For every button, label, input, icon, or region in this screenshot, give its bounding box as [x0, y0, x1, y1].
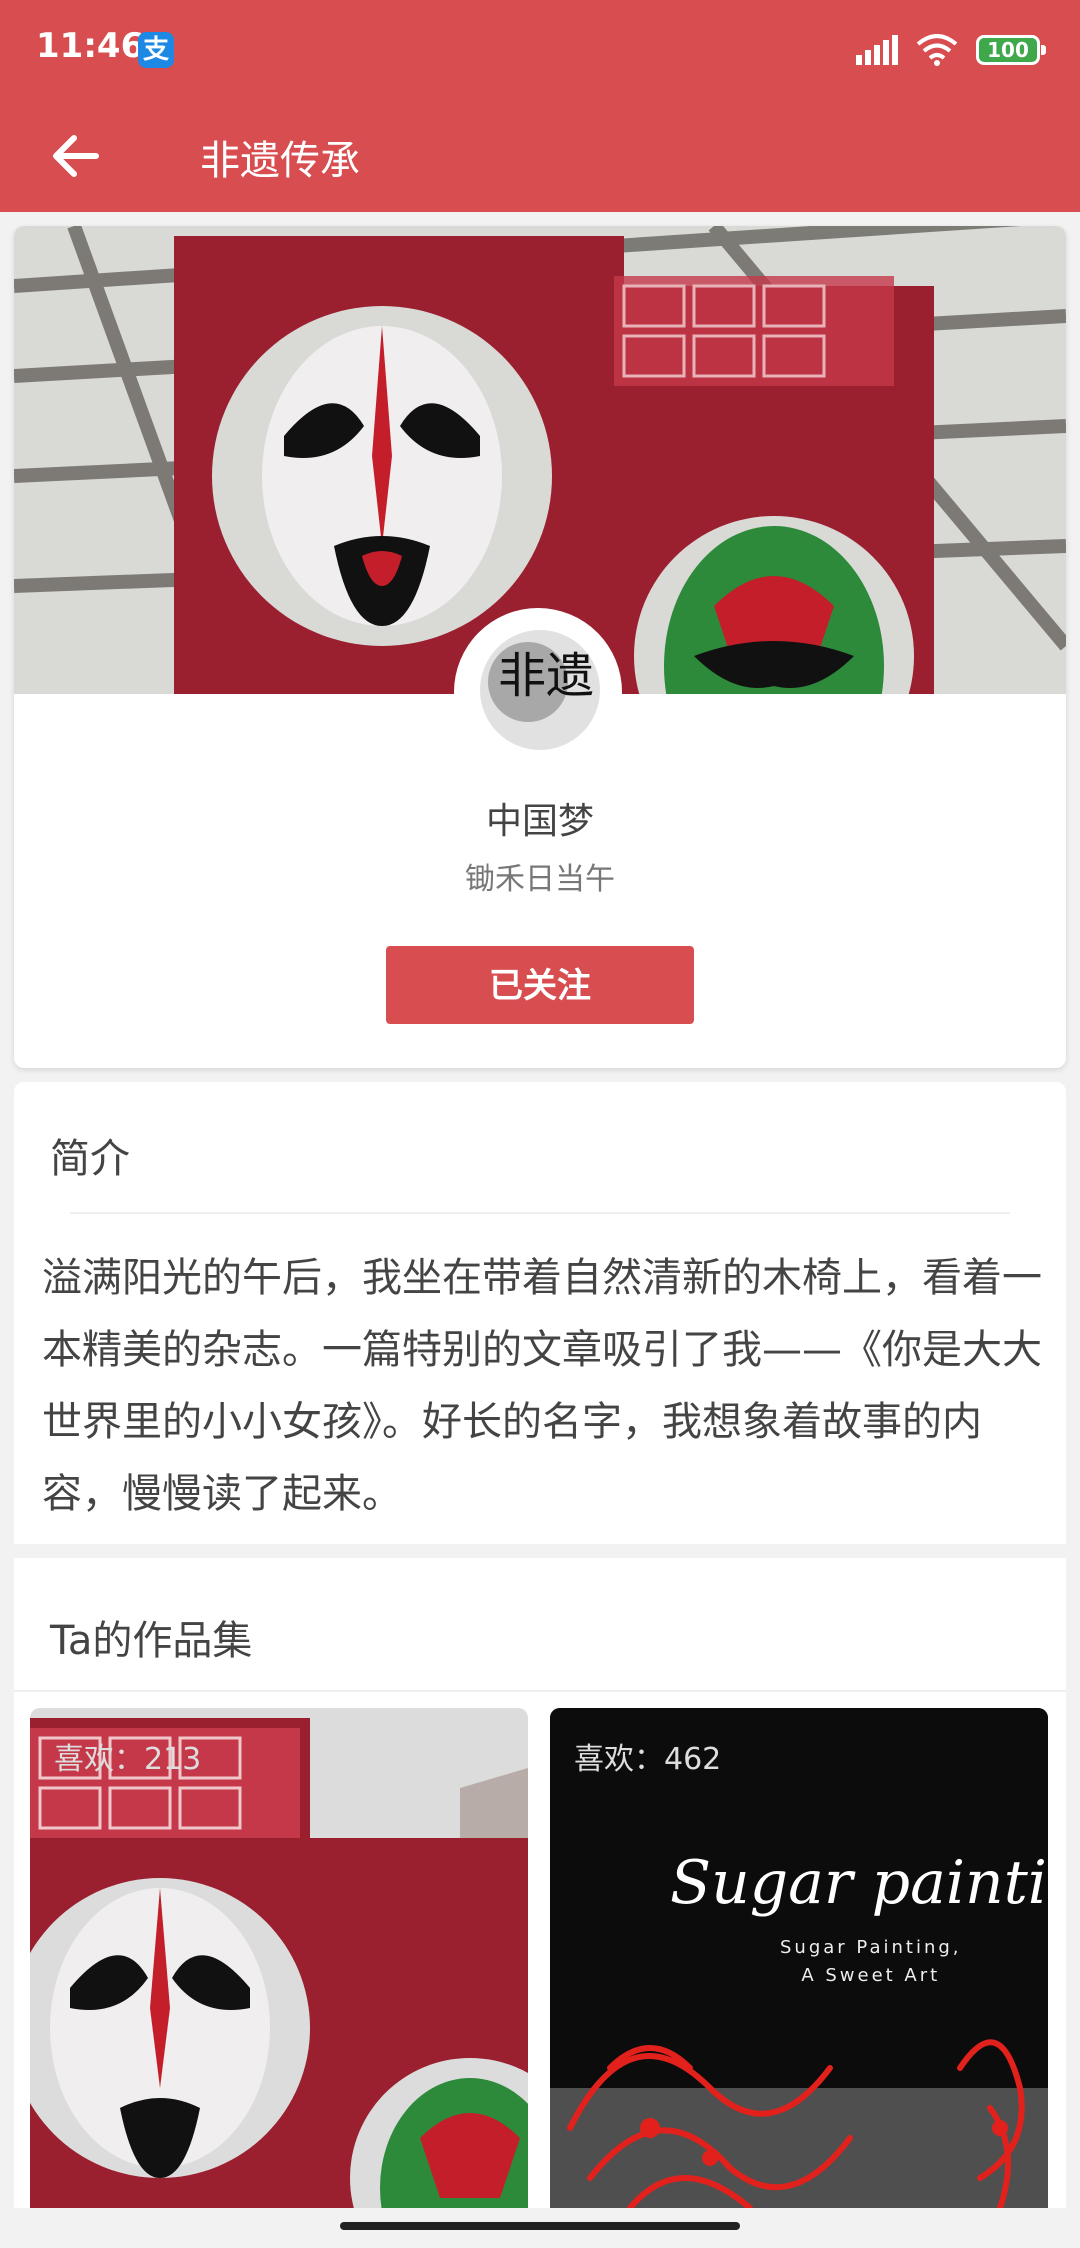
- intro-card: 简介 溢满阳光的午后，我坐在带着自然清新的木椅上，看着一本精美的杂志。一篇特别的…: [14, 1082, 1066, 1544]
- profile-subtitle: 锄禾日当午: [465, 862, 615, 897]
- work-item[interactable]: 喜欢：462 Sugar painting Sugar Painting, A …: [550, 1708, 1048, 2208]
- avatar-image: 非遗: [458, 612, 618, 772]
- work-overlay-subtitle: Sugar Painting, A Sweet Art: [780, 1934, 962, 1990]
- avatar-text: 非遗: [498, 648, 594, 704]
- work-likes: 喜欢：213: [54, 1742, 202, 1777]
- avatar[interactable]: 非遗: [458, 612, 618, 772]
- works-title: Ta的作品集: [50, 1618, 253, 1664]
- intro-title: 简介: [50, 1136, 130, 1182]
- work-image-opera-mask: [30, 1708, 528, 2208]
- follow-button[interactable]: 已关注: [386, 946, 694, 1024]
- work-overlay-subtitle-line2: A Sweet Art: [801, 1965, 941, 1986]
- wifi-icon: [916, 34, 958, 66]
- page-title: 非遗传承: [200, 138, 360, 184]
- signal-icon: [856, 35, 898, 65]
- back-button[interactable]: [40, 120, 112, 192]
- status-time: 11:46: [36, 26, 145, 66]
- status-bar: 11:46 支 100: [0, 0, 1080, 100]
- work-overlay-title: Sugar painting: [670, 1848, 1048, 1918]
- work-likes: 喜欢：462: [574, 1742, 722, 1777]
- intro-text: 溢满阳光的午后，我坐在带着自然清新的木椅上，看着一本精美的杂志。一篇特别的文章吸…: [42, 1255, 1042, 1517]
- intro-divider: [70, 1212, 1010, 1214]
- work-overlay-subtitle-line1: Sugar Painting,: [780, 1937, 962, 1958]
- alipay-icon: 支: [138, 32, 174, 68]
- app-bar: 非遗传承: [0, 100, 1080, 212]
- works-card: Ta的作品集 喜欢：213 喜欢：462 Sugar painti Sugar …: [14, 1558, 1066, 2208]
- status-icons: 100: [856, 30, 1046, 70]
- battery-icon: 100: [976, 35, 1046, 65]
- work-item[interactable]: 喜欢：213: [30, 1708, 528, 2208]
- works-divider: [14, 1690, 1066, 1692]
- profile-card: 非遗 中国梦 锄禾日当午 已关注: [14, 226, 1066, 1068]
- back-arrow-icon: [53, 135, 99, 177]
- profile-name: 中国梦: [485, 801, 594, 842]
- home-indicator[interactable]: [340, 2222, 740, 2230]
